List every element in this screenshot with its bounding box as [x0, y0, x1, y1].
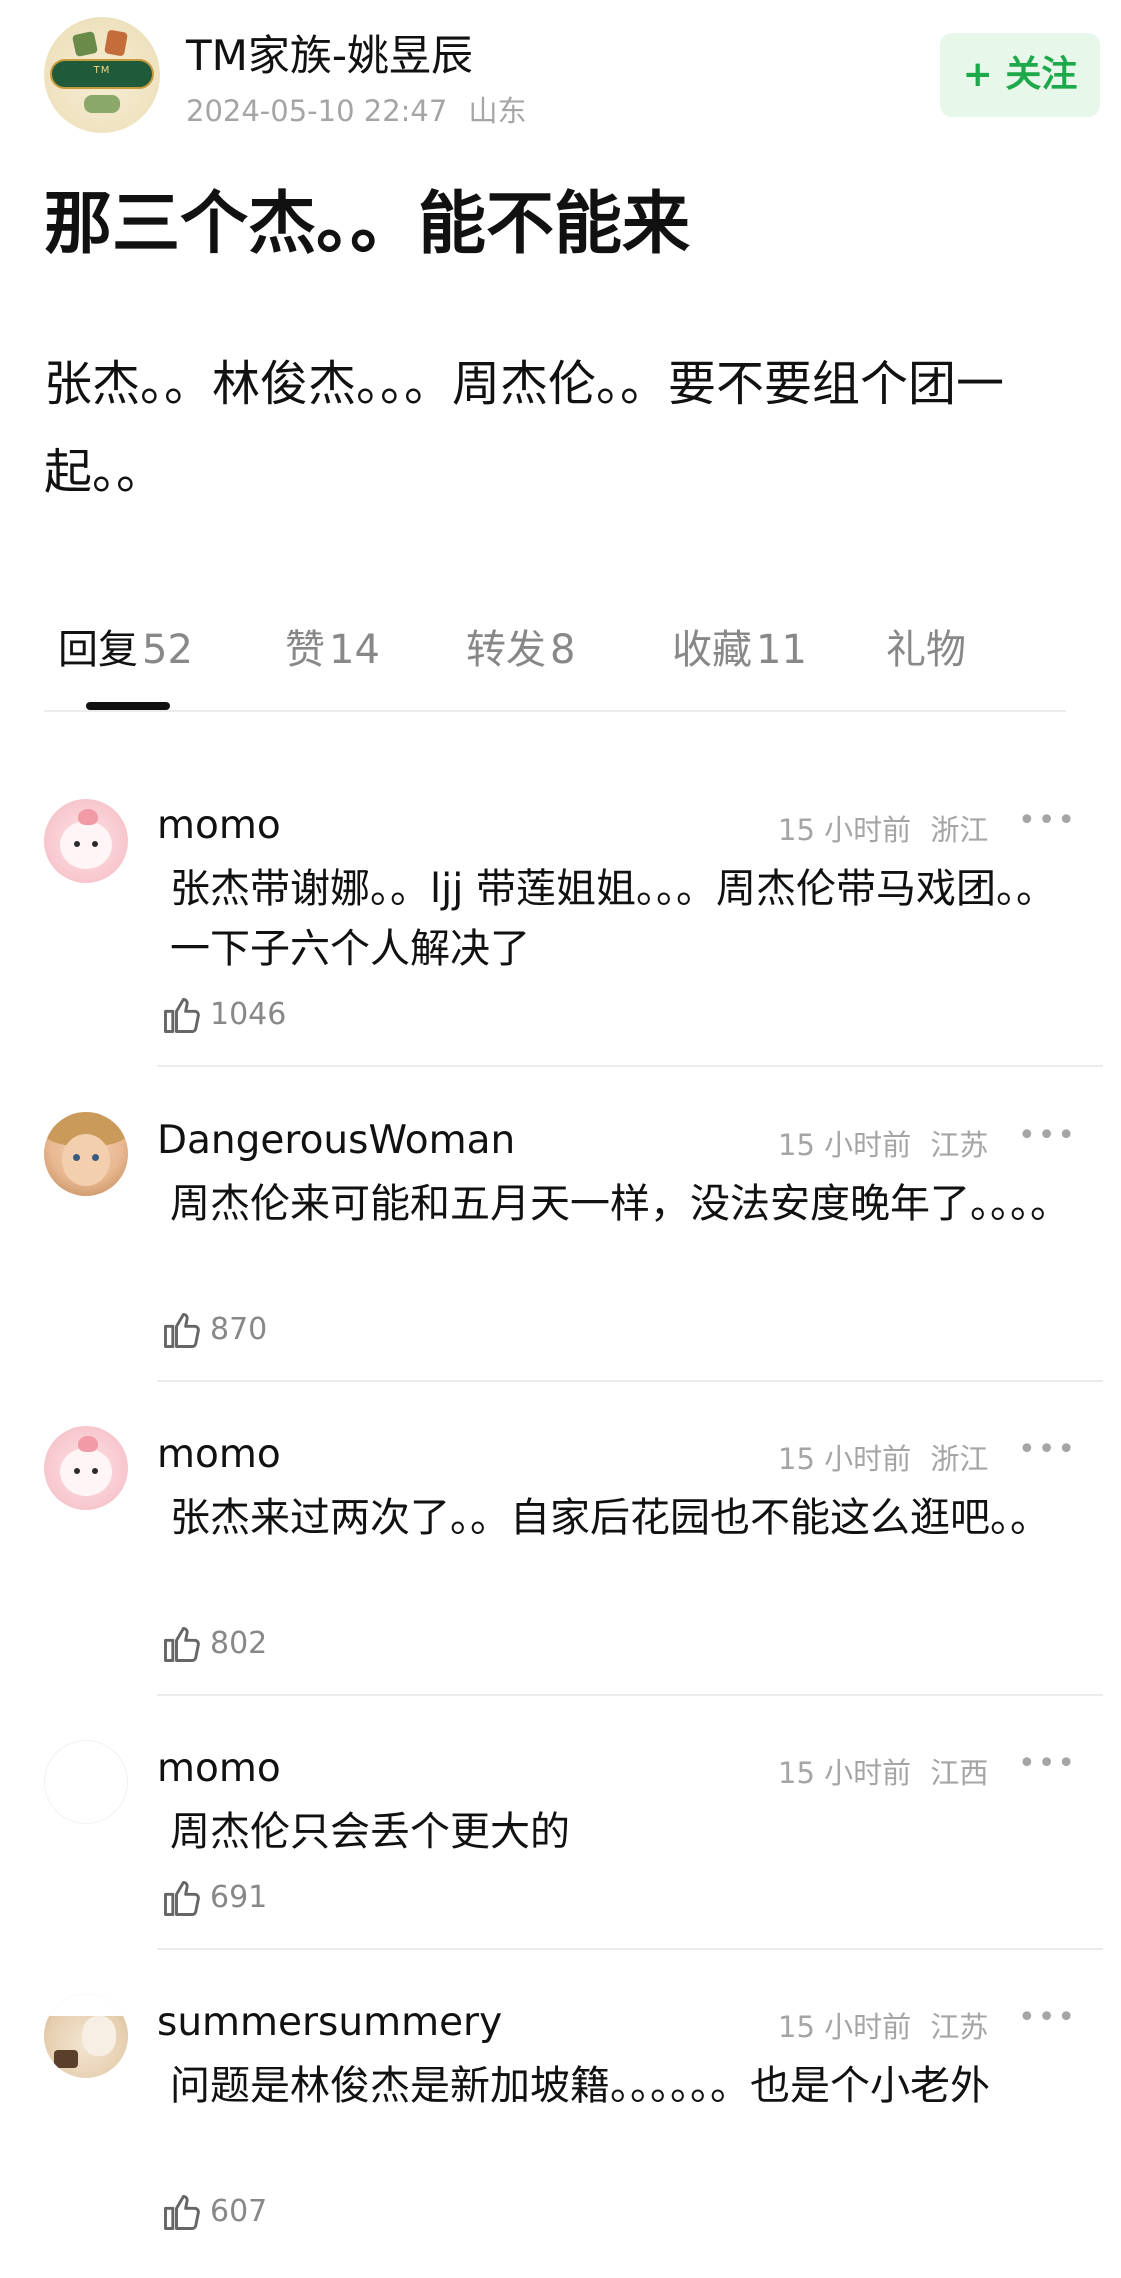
comment-author[interactable]: summersummery	[157, 2000, 502, 2045]
active-tab-indicator	[86, 702, 170, 710]
comment-divider	[157, 1380, 1103, 1382]
comment-meta: 15 小时前 江苏	[778, 2004, 988, 2046]
comment-time: 15 小时前	[778, 813, 912, 847]
comment-location: 江苏	[930, 2010, 989, 2044]
more-dots-icon[interactable]: •••	[1018, 1746, 1077, 1781]
post-header: TM TM家族-姚昱辰 2024-05-10 22:47 山东 + 关注	[0, 0, 1121, 150]
like-count: 870	[210, 1312, 268, 1347]
comment-location: 浙江	[930, 813, 989, 847]
post-location: 山东	[468, 94, 527, 128]
comment-time: 15 小时前	[778, 2010, 912, 2044]
comment-author[interactable]: momo	[157, 803, 281, 848]
tab-label: 回复	[58, 627, 138, 673]
comment-divider	[157, 1694, 1103, 1696]
comment-author[interactable]: momo	[157, 1432, 281, 1477]
thumbs-up-icon	[164, 2194, 200, 2230]
comment-divider	[157, 1948, 1103, 1950]
thumbs-up-icon	[164, 1626, 200, 1662]
comment-meta: 15 小时前 浙江	[778, 1436, 988, 1478]
thumbs-up-icon	[164, 997, 200, 1033]
follow-button[interactable]: + 关注	[940, 33, 1100, 117]
comment-meta: 15 小时前 浙江	[778, 807, 988, 849]
tabs-divider	[44, 710, 1066, 712]
comment-time: 15 小时前	[778, 1442, 912, 1476]
author-avatar[interactable]: TM	[44, 17, 160, 133]
comment-time: 15 小时前	[778, 1128, 912, 1162]
post-body: 张杰。。林俊杰。。。周杰伦。。要不要组个团一起。。	[44, 356, 1005, 500]
tab-favorites[interactable]: 收藏 11	[672, 610, 807, 690]
like-count: 691	[210, 1880, 268, 1915]
tab-gifts[interactable]: 礼物	[886, 610, 966, 690]
comment-divider	[157, 1065, 1103, 1067]
tab-count: 11	[756, 627, 807, 673]
like-count: 607	[210, 2194, 268, 2229]
tab-replies[interactable]: 回复 52	[58, 610, 193, 690]
tab-count: 8	[550, 627, 576, 673]
more-dots-icon[interactable]: •••	[1018, 2000, 1077, 2035]
comment-text: 张杰带谢娜。。ljj 带莲姐姐。。。周杰伦带马戏团。。一下子六个人解决了	[170, 866, 1057, 972]
pink-blob-avatar[interactable]	[44, 799, 128, 883]
comment-meta: 15 小时前 江苏	[778, 1122, 988, 1164]
comment-location: 江苏	[930, 1128, 989, 1162]
tab-reposts[interactable]: 转发 8	[466, 610, 575, 690]
comment-text: 周杰伦只会丢个更大的	[170, 1809, 570, 1855]
tab-count: 14	[329, 627, 380, 673]
author-name[interactable]: TM家族-姚昱辰	[186, 22, 473, 83]
blank-avatar[interactable]	[44, 1740, 128, 1824]
comment-location: 浙江	[930, 1442, 989, 1476]
post-timestamp: 2024-05-10 22:47	[186, 94, 448, 128]
like-count: 802	[210, 1626, 268, 1661]
comment-author[interactable]: DangerousWoman	[157, 1118, 515, 1163]
tab-label: 收藏	[672, 627, 752, 673]
comment-time: 15 小时前	[778, 1756, 912, 1790]
child-photo-avatar[interactable]	[44, 1112, 128, 1196]
comment-text: 问题是林俊杰是新加坡籍。。。。。。也是个小老外	[170, 2063, 990, 2109]
pink-blob-avatar[interactable]	[44, 1426, 128, 1510]
alpaca-avatar[interactable]	[44, 1994, 128, 2078]
comment-author[interactable]: momo	[157, 1746, 281, 1791]
like-count: 1046	[210, 997, 287, 1032]
comment-meta: 15 小时前 江西	[778, 1750, 988, 1792]
more-dots-icon[interactable]: •••	[1018, 803, 1077, 838]
tab-label: 礼物	[886, 627, 966, 673]
tab-label: 赞	[285, 627, 325, 673]
tab-count: 52	[142, 627, 193, 673]
tab-label: 转发	[466, 627, 546, 673]
post-meta: 2024-05-10 22:47 山东	[186, 88, 527, 130]
thumbs-up-icon	[164, 1880, 200, 1916]
post-tabs: 回复 52 赞 14 转发 8 收藏 11 礼物	[44, 610, 1064, 710]
more-dots-icon[interactable]: •••	[1018, 1118, 1077, 1153]
thumbs-up-icon	[164, 1312, 200, 1348]
comment-text: 周杰伦来可能和五月天一样，没法安度晚年了。。。。	[170, 1181, 1070, 1227]
comment-location: 江西	[930, 1756, 989, 1790]
post-title: 那三个杰。。能不能来	[44, 185, 691, 264]
tab-likes[interactable]: 赞 14	[285, 610, 380, 690]
more-dots-icon[interactable]: •••	[1018, 1432, 1077, 1467]
comment-text: 张杰来过两次了。。自家后花园也不能这么逛吧。。	[170, 1495, 1050, 1541]
